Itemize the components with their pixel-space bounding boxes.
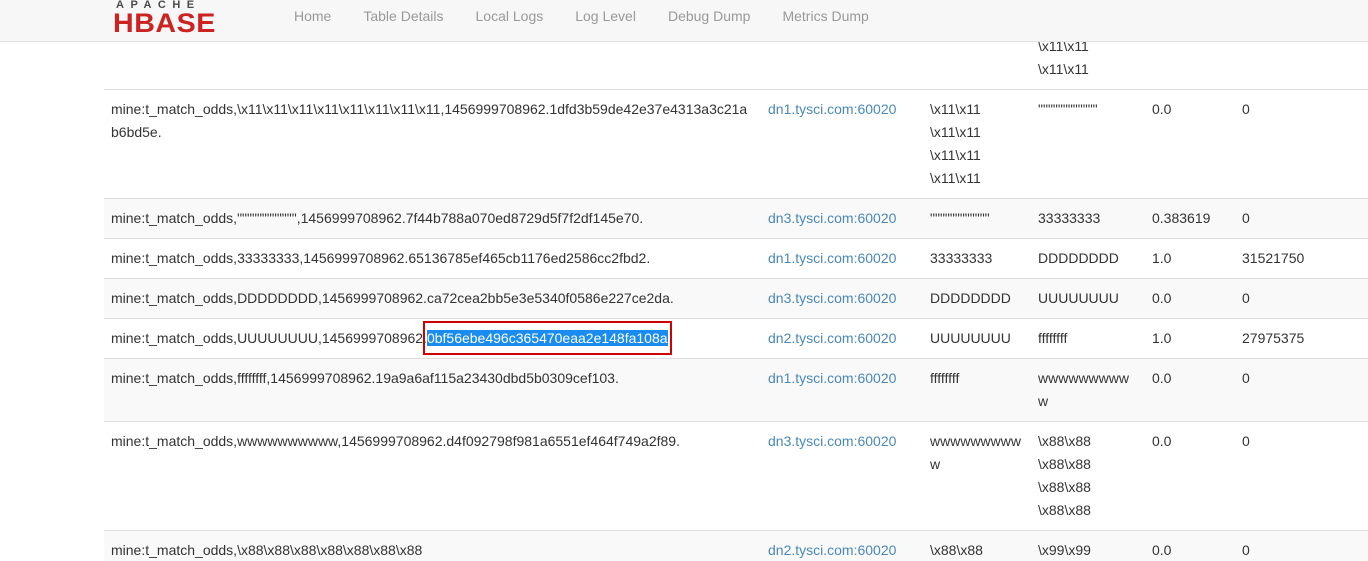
region-server-link[interactable]: dn1.tysci.com:60020: [768, 250, 896, 266]
top-navbar: APACHE HBASE Home Table Details Local Lo…: [0, 0, 1368, 42]
cell-region-name: mine:t_match_odds,DDDDDDDD,1456999708962…: [104, 278, 761, 319]
cell-requests: 0: [1235, 530, 1368, 561]
hbase-logo[interactable]: APACHE HBASE: [113, 0, 261, 40]
cell-region-name: mine:t_match_odds,wwwwwwwwww,14569997089…: [104, 421, 761, 531]
cell-start-key: \x88\x88: [923, 530, 1031, 561]
table-row[interactable]: mine:t_match_odds,ffffffff,1456999708962…: [104, 358, 1368, 422]
logo-hbase-text: HBASE: [113, 8, 216, 38]
cell-start-key: ffffffff: [923, 358, 1031, 422]
cell-locality: [1145, 42, 1235, 90]
cell-region-name: mine:t_match_odds,\x11\x11\x11\x11\x11\x…: [104, 89, 761, 199]
cell-locality: 0.0: [1145, 89, 1235, 199]
cell-locality: 1.0: [1145, 318, 1235, 359]
cell-end-key: UUUUUUUU: [1031, 278, 1145, 319]
cell-end-key: """""""""""": [1031, 89, 1145, 199]
cell-region-name: [104, 42, 761, 90]
cell-start-key: wwwwwwwwww: [923, 421, 1031, 531]
cell-locality: 0.0: [1145, 421, 1235, 531]
cell-region-name: mine:t_match_odds,UUUUUUUU,1456999708962…: [104, 318, 761, 359]
cell-end-key: \x99\x99: [1031, 530, 1145, 561]
cell-region-server: dn2.tysci.com:60020: [761, 530, 923, 561]
region-server-link[interactable]: dn2.tysci.com:60020: [768, 542, 896, 558]
nav-links: Home Table Details Local Logs Log Level …: [278, 0, 885, 42]
cell-locality: 1.0: [1145, 238, 1235, 279]
regions-table-scroll[interactable]: \x11\x11 \x11\x11 \x11\x11 mine:t_match_o…: [0, 42, 1368, 561]
cell-end-key: wwwwwwwwww: [1031, 358, 1145, 422]
cell-requests: 0: [1235, 358, 1368, 422]
cell-start-key: \x11\x11 \x11\x11 \x11\x11 \x11\x11: [923, 89, 1031, 199]
cell-requests: 0: [1235, 198, 1368, 239]
cell-region-server: dn1.tysci.com:60020: [761, 358, 923, 422]
region-server-link[interactable]: dn2.tysci.com:60020: [768, 330, 896, 346]
table-row[interactable]: mine:t_match_odds,\x88\x88\x88\x88\x88\x…: [104, 530, 1368, 561]
nav-link-home[interactable]: Home: [278, 0, 347, 26]
cell-start-key: 33333333: [923, 238, 1031, 279]
cell-region-name: mine:t_match_odds,"""""""""""",145699970…: [104, 198, 761, 239]
cell-region-server: dn1.tysci.com:60020: [761, 89, 923, 199]
regions-table: \x11\x11 \x11\x11 \x11\x11 mine:t_match_o…: [104, 42, 1368, 561]
region-server-link[interactable]: dn1.tysci.com:60020: [768, 101, 896, 117]
cell-region-name: mine:t_match_odds,\x88\x88\x88\x88\x88\x…: [104, 530, 761, 561]
cell-region-name: mine:t_match_odds,ffffffff,1456999708962…: [104, 358, 761, 422]
nav-item[interactable]: Table Details: [347, 0, 459, 26]
region-server-link[interactable]: dn3.tysci.com:60020: [768, 433, 896, 449]
table-row[interactable]: mine:t_match_odds,\x11\x11\x11\x11\x11\x…: [104, 89, 1368, 199]
cell-end-key: 33333333: [1031, 198, 1145, 239]
nav-link-metrics-dump[interactable]: Metrics Dump: [766, 0, 884, 26]
nav-item[interactable]: Local Logs: [460, 0, 560, 26]
cell-start-key: DDDDDDDD: [923, 278, 1031, 319]
nav-item[interactable]: Debug Dump: [652, 0, 767, 26]
region-server-link[interactable]: dn3.tysci.com:60020: [768, 210, 896, 226]
nav-link-log-level[interactable]: Log Level: [559, 0, 652, 26]
table-row[interactable]: mine:t_match_odds,DDDDDDDD,1456999708962…: [104, 278, 1368, 319]
cell-requests: 27975375: [1235, 318, 1368, 359]
nav-item[interactable]: Home: [278, 0, 347, 26]
cell-region-server: dn2.tysci.com:60020: [761, 318, 923, 359]
table-row[interactable]: mine:t_match_odds,"""""""""""",145699970…: [104, 198, 1368, 239]
cell-end-key: \x88\x88 \x88\x88 \x88\x88 \x88\x88: [1031, 421, 1145, 531]
nav-link-debug-dump[interactable]: Debug Dump: [652, 0, 767, 26]
nav-link-table-details[interactable]: Table Details: [347, 0, 459, 26]
cell-start-key: """""""""""": [923, 198, 1031, 239]
cell-end-key: \x11\x11 \x11\x11 \x11\x11: [1031, 42, 1145, 90]
cell-start-key: UUUUUUUU: [923, 318, 1031, 359]
nav-link-local-logs[interactable]: Local Logs: [460, 0, 560, 26]
regions-table-body: \x11\x11 \x11\x11 \x11\x11 mine:t_match_o…: [104, 42, 1368, 561]
cell-locality: 0.0: [1145, 530, 1235, 561]
region-server-link[interactable]: dn1.tysci.com:60020: [768, 370, 896, 386]
cell-requests: 0: [1235, 89, 1368, 199]
cell-region-server: [761, 42, 923, 90]
selected-region-hash[interactable]: 0bf56ebe496c365470eaa2e148fa108a: [422, 321, 672, 355]
region-server-link[interactable]: dn3.tysci.com:60020: [768, 290, 896, 306]
cell-requests: 0: [1235, 421, 1368, 531]
cell-end-key: ffffffff: [1031, 318, 1145, 359]
nav-item[interactable]: Log Level: [559, 0, 652, 26]
cell-region-server: dn3.tysci.com:60020: [761, 421, 923, 531]
cell-start-key: [923, 42, 1031, 90]
cell-requests: 31521750: [1235, 238, 1368, 279]
table-row[interactable]: mine:t_match_odds,UUUUUUUU,1456999708962…: [104, 318, 1368, 359]
cell-locality: 0.0: [1145, 278, 1235, 319]
cell-locality: 0.0: [1145, 358, 1235, 422]
table-row[interactable]: \x11\x11 \x11\x11 \x11\x11: [104, 42, 1368, 90]
cell-end-key: DDDDDDDD: [1031, 238, 1145, 279]
cell-region-server: dn3.tysci.com:60020: [761, 198, 923, 239]
cell-region-server: dn1.tysci.com:60020: [761, 238, 923, 279]
cell-region-name: mine:t_match_odds,33333333,1456999708962…: [104, 238, 761, 279]
selection-text: 0bf56ebe496c365470eaa2e148fa108a: [426, 330, 668, 346]
cell-requests: 0: [1235, 278, 1368, 319]
cell-requests: [1235, 42, 1368, 90]
cell-locality: 0.383619: [1145, 198, 1235, 239]
table-row[interactable]: mine:t_match_odds,33333333,1456999708962…: [104, 238, 1368, 279]
cell-region-server: dn3.tysci.com:60020: [761, 278, 923, 319]
nav-item[interactable]: Metrics Dump: [766, 0, 884, 26]
table-row[interactable]: mine:t_match_odds,wwwwwwwwww,14569997089…: [104, 421, 1368, 531]
